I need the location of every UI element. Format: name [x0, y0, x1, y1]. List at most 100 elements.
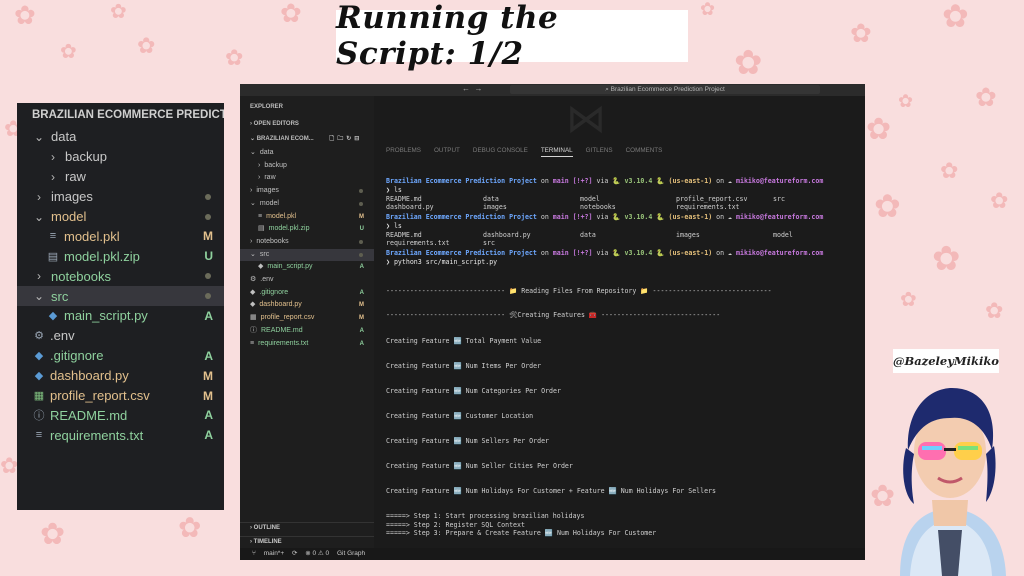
big-explorer-item[interactable]: ◆ dashboard.py M — [17, 366, 224, 386]
prompt-segment: via — [596, 213, 609, 221]
sidebar-file-item[interactable]: › raw — [240, 172, 374, 184]
big-explorer-item[interactable]: ⌄ data — [17, 127, 224, 147]
sidebar-file-item[interactable]: ⚙ .env — [240, 274, 374, 286]
terminal-output-line: Creating Feature 🆕 Total Payment Value — [386, 337, 542, 345]
prompt-segment: on — [540, 213, 549, 221]
big-explorer-item[interactable]: ≡ requirements.txt A — [17, 425, 224, 445]
sidebar-file-item[interactable]: ≡ requirements.txt A — [240, 338, 374, 350]
chevron-down-icon: ⌄ — [33, 289, 45, 304]
terminal-ls-entry: dashboard.py — [386, 203, 434, 211]
sidebar-file-label: requirements.txt — [258, 339, 309, 347]
tab-debug-console[interactable]: DEBUG CONSOLE — [473, 147, 528, 154]
prompt-segment: main [!+?] — [552, 177, 593, 185]
modified-dot-icon — [359, 239, 363, 244]
flower-icon: ✿ — [942, 0, 969, 34]
sidebar-file-item[interactable]: › backup — [240, 160, 374, 172]
sidebar-file-item[interactable]: ⌄ data — [240, 147, 374, 159]
terminal-output-line: Creating Feature 🆕 Customer Location — [386, 412, 534, 420]
big-explorer-item[interactable]: ⌄ src — [17, 286, 224, 307]
explorer-project-header[interactable]: BRAZILIAN ECOMMERCE PREDICTIO... — [17, 103, 224, 127]
git-status-badge: U — [359, 226, 364, 233]
terminal-output-line: ------------------------------ 🛠Creating… — [386, 311, 721, 319]
big-explorer-item[interactable]: › backup — [17, 147, 224, 167]
tree-prefix-icon: › — [250, 237, 253, 245]
status-bar: ⑂ main*+ ⟳ ⊗ 0 ⚠ 0 Git Graph — [240, 548, 865, 560]
terminal-prompt-line: Brazilian Ecommerce Prediction Project o… — [386, 213, 824, 221]
prompt-segment: (us-east-1) — [668, 213, 713, 221]
sidebar-file-item[interactable]: ◆ dashboard.py M — [240, 299, 374, 311]
sidebar-file-label: .gitignore — [259, 288, 289, 296]
big-explorer-item[interactable]: ≡ model.pkl M — [17, 226, 224, 246]
chevron-right-icon: › — [51, 149, 55, 164]
sidebar-file-item[interactable]: › images — [240, 185, 374, 197]
branch-status[interactable]: ⑂ main*+ — [246, 550, 284, 557]
sidebar-file-item[interactable]: ▤ model.pkl.zip U — [240, 223, 374, 235]
big-explorer-item[interactable]: ▤ model.pkl.zip U — [17, 246, 224, 266]
vscode-logo-icon: ⋈ — [566, 97, 606, 141]
tab-comments[interactable]: COMMENTS — [626, 147, 663, 154]
sidebar-file-label: .env — [260, 276, 274, 283]
sidebar-file-item[interactable]: ⌄ model — [240, 198, 374, 210]
outline-section[interactable]: › OUTLINE — [250, 525, 280, 531]
prompt-segment: via — [596, 249, 609, 257]
flower-icon: ✿ — [985, 298, 1004, 323]
flower-icon: ✿ — [225, 45, 244, 70]
file-icon: ▤ — [47, 250, 59, 263]
git-status-badge: A — [204, 408, 213, 423]
title-bar: ← → ⌕ Brazilian Ecommerce Prediction Pro… — [240, 84, 865, 96]
sidebar-file-item[interactable]: ⌄ src — [240, 248, 374, 261]
sidebar-file-item[interactable]: ⓘ README.md A — [240, 325, 374, 337]
tree-prefix-icon: ▦ — [250, 314, 257, 322]
sidebar-file-item[interactable]: ≡ model.pkl M — [240, 211, 374, 223]
terminal-ls-entry: data — [483, 195, 499, 203]
big-explorer-item[interactable]: ◆ .gitignore A — [17, 346, 224, 366]
file-label: .gitignore — [50, 348, 104, 364]
explorer-actions-icon[interactable]: 🗋🗀↻⊟ — [329, 136, 362, 142]
sidebar-file-label: profile_report.csv — [260, 314, 315, 322]
modified-dot-icon — [205, 193, 211, 200]
big-explorer-item[interactable]: ◆ main_script.py A — [17, 306, 224, 326]
big-explorer-item[interactable]: › notebooks — [17, 266, 224, 286]
sidebar-file-item[interactable]: ◆ .gitignore A — [240, 287, 374, 299]
file-label: model.pkl — [64, 228, 120, 244]
sidebar-file-item[interactable]: › notebooks — [240, 236, 374, 248]
git-status-badge: M — [359, 302, 364, 309]
git-graph-button[interactable]: Git Graph — [337, 550, 365, 557]
sidebar-file-label: backup — [264, 161, 287, 169]
git-status-badge: M — [359, 213, 364, 220]
tab-problems[interactable]: PROBLEMS — [386, 147, 421, 154]
problems-status[interactable]: ⊗ 0 ⚠ 0 — [305, 550, 329, 557]
flower-icon: ✿ — [850, 18, 872, 48]
open-editors-section[interactable]: › OPEN EDITORS — [250, 121, 299, 127]
tree-prefix-icon: ⌄ — [250, 199, 256, 207]
git-status-badge: A — [359, 264, 364, 271]
tab-output[interactable]: OUTPUT — [434, 147, 460, 154]
terminal-output-line: Creating Feature 🆕 Num Items Per Order — [386, 362, 542, 370]
tab-gitlens[interactable]: GITLENS — [586, 147, 613, 154]
nav-arrows-icon[interactable]: ← → — [462, 84, 482, 93]
big-explorer-item[interactable]: ⚙ .env — [17, 326, 224, 346]
big-explorer-item[interactable]: ⓘ README.md A — [17, 405, 224, 425]
prompt-segment: on — [540, 177, 549, 185]
sidebar-file-label: model.pkl — [266, 212, 297, 220]
big-explorer-item[interactable]: › raw — [17, 167, 224, 187]
sync-icon[interactable]: ⟳ — [292, 550, 297, 557]
sidebar-file-item[interactable]: ▦ profile_report.csv M — [240, 312, 374, 324]
prompt-segment: main [!+?] — [552, 249, 593, 257]
big-explorer-item[interactable]: › images — [17, 187, 224, 207]
terminal-ls-entry: dashboard.py — [483, 231, 531, 239]
big-explorer-item[interactable]: ▦ profile_report.csv M — [17, 386, 224, 406]
modified-dot-icon — [359, 252, 363, 257]
project-section[interactable]: ⌄ BRAZILIAN ECOM... 🗋🗀↻⊟ — [250, 134, 362, 144]
command-center-search[interactable]: ⌕ Brazilian Ecommerce Prediction Project — [510, 85, 820, 94]
file-label: raw — [65, 169, 86, 185]
git-status-badge: M — [203, 388, 213, 403]
tab-terminal[interactable]: TERMINAL — [540, 147, 573, 157]
editor-area — [374, 96, 865, 548]
timeline-section[interactable]: › TIMELINE — [250, 539, 282, 545]
file-label: data — [51, 129, 77, 145]
terminal-output-line: Creating Feature 🆕 Num Holidays For Cust… — [386, 487, 717, 495]
sidebar-file-item[interactable]: ◆ main_script.py A — [240, 261, 374, 273]
slide-title-box: Running the Script: 1/2 — [336, 0, 688, 72]
big-explorer-item[interactable]: ⌄ model — [17, 207, 224, 227]
